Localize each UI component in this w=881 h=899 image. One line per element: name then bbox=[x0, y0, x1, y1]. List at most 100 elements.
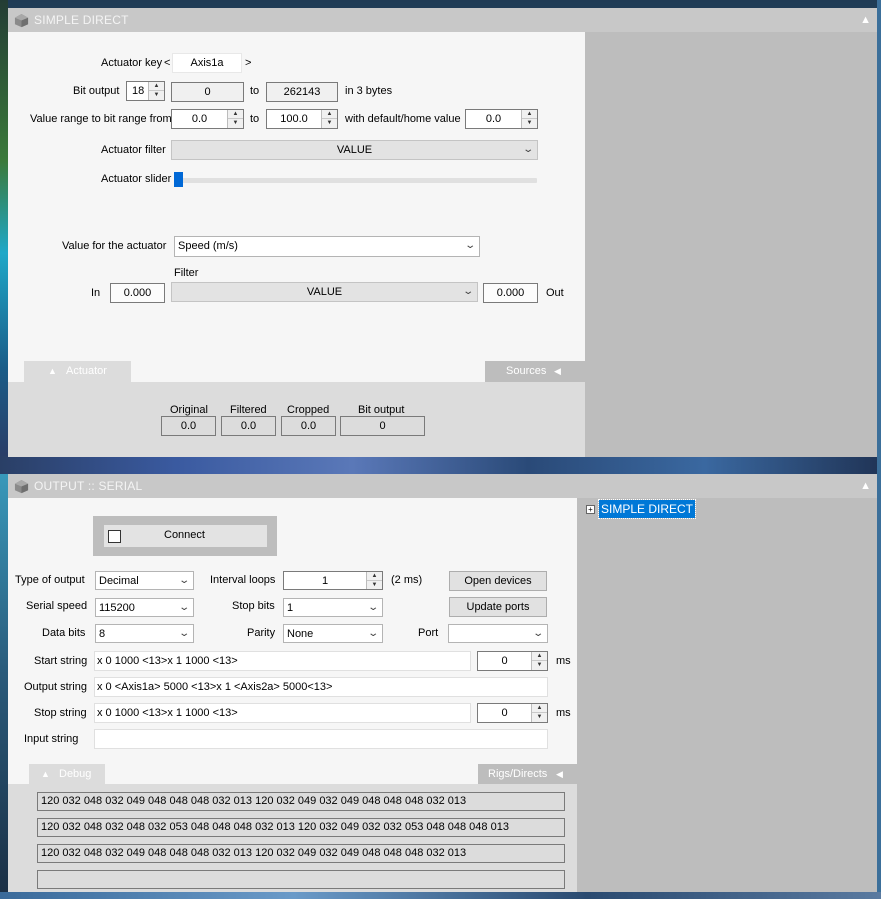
default-value-stepper[interactable]: 0.0 ▲ ▼ bbox=[465, 109, 538, 129]
stop-delay-stepper[interactable]: 0 ▲ ▼ bbox=[477, 703, 548, 723]
next-key-button[interactable]: > bbox=[245, 57, 251, 69]
tab-sources[interactable]: Sources ◀ bbox=[485, 361, 585, 382]
data-bits-label: Data bits bbox=[42, 627, 86, 639]
in-label: In bbox=[91, 287, 101, 299]
serial-speed-value: 115200 bbox=[99, 602, 135, 614]
tree-item-simple-direct[interactable]: SIMPLE DIRECT bbox=[597, 499, 697, 519]
update-ports-button[interactable]: Update ports bbox=[449, 597, 547, 617]
range-to-stepper[interactable]: 100.0 ▲ ▼ bbox=[266, 109, 338, 129]
debug-line: 120 032 048 032 048 032 053 048 048 048 … bbox=[37, 818, 565, 837]
spin-buttons[interactable]: ▲ ▼ bbox=[227, 110, 243, 128]
stop-delay-value: 0 bbox=[501, 707, 508, 719]
spin-buttons[interactable]: ▲ ▼ bbox=[366, 572, 382, 589]
open-devices-button[interactable]: Open devices bbox=[449, 571, 547, 591]
interval-loops-stepper[interactable]: 1 ▲ ▼ bbox=[283, 571, 383, 590]
bit-output-label: Bit output bbox=[73, 85, 120, 97]
cube-logo-icon bbox=[14, 13, 29, 28]
filter-select[interactable]: VALUE ⌄ bbox=[171, 282, 478, 302]
connect-toggle[interactable]: Connect bbox=[104, 525, 267, 547]
type-of-output-label: Type of output bbox=[15, 574, 85, 586]
stop-ms-label: ms bbox=[556, 707, 571, 719]
prev-key-button[interactable]: < bbox=[164, 57, 170, 69]
range-from-value: 0.0 bbox=[191, 113, 208, 125]
connect-label: Connect bbox=[164, 529, 205, 541]
triangle-up-icon[interactable]: ▲ bbox=[860, 480, 871, 492]
window-title: OUTPUT :: SERIAL bbox=[34, 479, 143, 493]
parity-select[interactable]: None ⌄ bbox=[283, 624, 383, 643]
type-of-output-select[interactable]: Decimal ⌄ bbox=[95, 571, 194, 590]
window-titlebar[interactable]: OUTPUT :: SERIAL ▲ bbox=[8, 474, 877, 498]
triangle-up-icon: ▲ bbox=[48, 366, 57, 376]
serial-speed-select[interactable]: 115200 ⌄ bbox=[95, 598, 194, 617]
tab-rigs-directs[interactable]: Rigs/Directs ◀ bbox=[478, 764, 577, 784]
value-for-actuator-value: Speed (m/s) bbox=[178, 240, 238, 252]
serial-speed-label: Serial speed bbox=[26, 600, 88, 612]
stop-bits-value: 1 bbox=[287, 602, 294, 614]
spin-buttons[interactable]: ▲ ▼ bbox=[148, 82, 164, 100]
tab-actuator-label: Actuator bbox=[66, 365, 107, 377]
stop-string-input[interactable]: x 0 1000 <13>x 1 1000 <13> bbox=[94, 703, 471, 723]
chevron-down-icon: ⌄ bbox=[521, 144, 534, 155]
tab-actuator[interactable]: ▲ Actuator bbox=[24, 361, 131, 382]
desktop-background bbox=[0, 0, 8, 460]
actuator-filter-label: Actuator filter bbox=[101, 144, 166, 156]
readout-cropped: 0.0 bbox=[281, 416, 336, 436]
debug-line bbox=[37, 870, 565, 889]
range-from-stepper[interactable]: 0.0 ▲ ▼ bbox=[171, 109, 244, 129]
interval-loops-label: Interval loops bbox=[210, 574, 276, 586]
in-value-field[interactable]: 0.000 bbox=[110, 283, 165, 303]
readout-header-cropped: Cropped bbox=[287, 404, 330, 416]
spin-buttons[interactable]: ▲ ▼ bbox=[531, 704, 547, 722]
chevron-down-icon: ⌄ bbox=[366, 628, 379, 639]
filter-label: Filter bbox=[174, 267, 199, 279]
spin-buttons[interactable]: ▲ ▼ bbox=[531, 652, 547, 670]
start-string-input[interactable]: x 0 1000 <13>x 1 1000 <13> bbox=[94, 651, 471, 671]
bit-output-value: 18 bbox=[132, 85, 145, 97]
out-value-field[interactable]: 0.000 bbox=[483, 283, 538, 303]
chevron-down-icon: ⌄ bbox=[177, 628, 190, 639]
data-bits-value: 8 bbox=[99, 628, 106, 640]
spin-buttons[interactable]: ▲ ▼ bbox=[521, 110, 537, 128]
readout-header-bit-output: Bit output bbox=[358, 404, 405, 416]
start-delay-stepper[interactable]: 0 ▲ ▼ bbox=[477, 651, 548, 671]
data-bits-select[interactable]: 8 ⌄ bbox=[95, 624, 194, 643]
port-select[interactable]: ⌄ bbox=[448, 624, 548, 643]
bytes-label: in 3 bytes bbox=[345, 85, 393, 97]
readouts-panel: Original Filtered Cropped Bit output 0.0… bbox=[8, 382, 585, 457]
value-for-actuator-select[interactable]: Speed (m/s) ⌄ bbox=[174, 236, 480, 257]
start-string-label: Start string bbox=[34, 655, 88, 667]
chevron-down-icon: ⌄ bbox=[177, 575, 190, 586]
triangle-up-icon[interactable]: ▲ bbox=[860, 14, 871, 26]
parity-value: None bbox=[287, 628, 314, 640]
stop-string-label: Stop string bbox=[34, 707, 87, 719]
window-titlebar[interactable]: SIMPLE DIRECT ▲ bbox=[8, 8, 877, 32]
actuator-key-label: Actuator key bbox=[101, 57, 163, 69]
actuator-panel: Actuator key < Axis1a > Bit output 18 ▲ ▼… bbox=[8, 32, 585, 368]
to-label: to bbox=[250, 85, 260, 97]
actuator-slider-thumb[interactable] bbox=[174, 172, 183, 187]
out-label: Out bbox=[546, 287, 564, 299]
type-of-output-value: Decimal bbox=[99, 575, 139, 587]
input-string-input[interactable] bbox=[94, 729, 548, 749]
actuator-key-field[interactable]: Axis1a bbox=[172, 53, 242, 73]
actuator-slider-label: Actuator slider bbox=[101, 173, 172, 185]
connect-checkbox[interactable] bbox=[108, 530, 121, 543]
parity-label: Parity bbox=[247, 627, 276, 639]
filter-value: VALUE bbox=[306, 286, 343, 298]
default-value: 0.0 bbox=[485, 113, 502, 125]
readout-bit-output: 0 bbox=[340, 416, 425, 436]
stop-bits-select[interactable]: 1 ⌄ bbox=[283, 598, 383, 617]
debug-line: 120 032 048 032 049 048 048 048 032 013 … bbox=[37, 792, 565, 811]
output-string-input[interactable]: x 0 <Axis1a> 5000 <13>x 1 <Axis2a> 5000<… bbox=[94, 677, 548, 697]
simple-direct-window: SIMPLE DIRECT ▲ Actuator key < Axis1a > … bbox=[8, 8, 877, 457]
plus-box-icon[interactable]: + bbox=[586, 505, 595, 514]
tab-rigs-label: Rigs/Directs bbox=[488, 768, 548, 780]
tab-debug[interactable]: ▲ Debug bbox=[29, 764, 105, 784]
output-serial-window: OUTPUT :: SERIAL ▲ + SIMPLE DIRECT Conne… bbox=[8, 474, 877, 892]
actuator-slider-track[interactable] bbox=[175, 178, 537, 183]
actuator-filter-select[interactable]: VALUE ⌄ bbox=[171, 140, 538, 160]
readout-header-original: Original bbox=[170, 404, 208, 416]
spin-buttons[interactable]: ▲ ▼ bbox=[321, 110, 337, 128]
cube-logo-icon bbox=[14, 479, 29, 494]
bit-output-stepper[interactable]: 18 ▲ ▼ bbox=[126, 81, 165, 101]
